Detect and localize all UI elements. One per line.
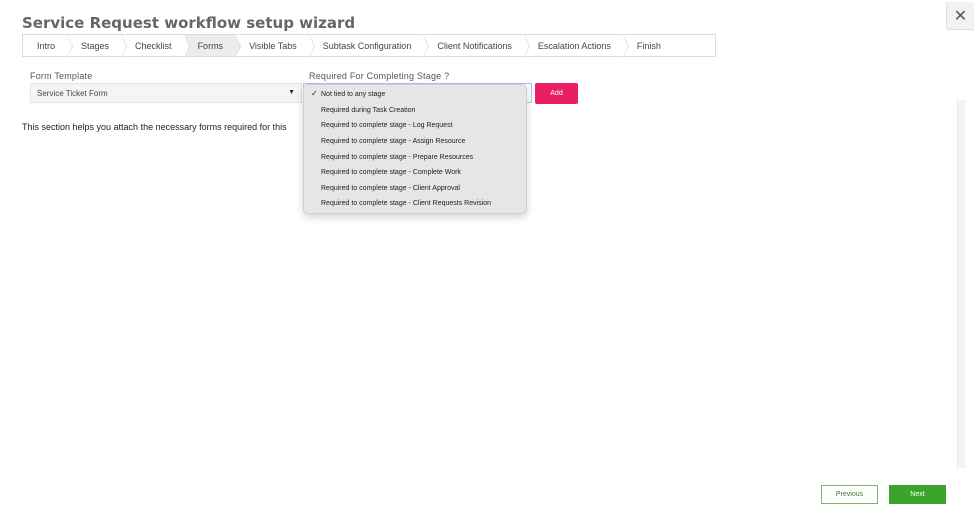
wizard-steps: Intro Stages Checklist Forms Visible Tab…: [22, 34, 716, 58]
step-escalation-actions[interactable]: Escalation Actions: [523, 34, 629, 58]
stage-label: Required For Completing Stage ?: [309, 71, 450, 81]
stage-dropdown-menu: ✓ Not tied to any stage Required during …: [303, 84, 527, 214]
next-button[interactable]: Next: [889, 485, 946, 504]
add-button[interactable]: Add: [535, 83, 578, 104]
dropdown-option[interactable]: Required to complete stage - Complete Wo…: [304, 165, 526, 181]
page-title: Service Request workflow setup wizard: [22, 14, 356, 32]
step-visible-tabs[interactable]: Visible Tabs: [235, 34, 315, 58]
step-finish[interactable]: Finish: [622, 35, 673, 56]
scrollbar[interactable]: [957, 100, 965, 468]
form-template-value: Service Ticket Form: [37, 88, 108, 98]
checkmark-icon: ✓: [311, 89, 318, 98]
step-intro[interactable]: Intro: [23, 34, 74, 58]
help-text: This section helps you attach the necess…: [22, 122, 287, 132]
step-checklist[interactable]: Checklist: [121, 34, 190, 58]
form-template-label: Form Template: [30, 71, 93, 81]
dropdown-option[interactable]: Required to complete stage - Assign Reso…: [304, 134, 526, 150]
close-button[interactable]: ✕: [946, 2, 974, 30]
step-subtask-configuration[interactable]: Subtask Configuration: [308, 34, 429, 58]
dropdown-option[interactable]: Required to complete stage - Client Appr…: [304, 181, 526, 197]
previous-button[interactable]: Previous: [821, 485, 878, 504]
form-template-select[interactable]: Service Ticket Form ▼: [30, 83, 302, 103]
step-stages[interactable]: Stages: [67, 34, 128, 58]
dropdown-option[interactable]: Required to complete stage - Client Requ…: [304, 196, 526, 212]
step-forms[interactable]: Forms: [183, 34, 241, 58]
dropdown-option[interactable]: Required to complete stage - Log Request: [304, 118, 526, 134]
dropdown-option[interactable]: ✓ Not tied to any stage: [304, 87, 526, 103]
dropdown-option[interactable]: Required during Task Creation: [304, 103, 526, 119]
dropdown-option[interactable]: Required to complete stage - Prepare Res…: [304, 149, 526, 165]
step-client-notifications[interactable]: Client Notifications: [423, 34, 530, 58]
chevron-down-icon: ▼: [288, 89, 295, 96]
close-icon: ✕: [953, 7, 968, 25]
